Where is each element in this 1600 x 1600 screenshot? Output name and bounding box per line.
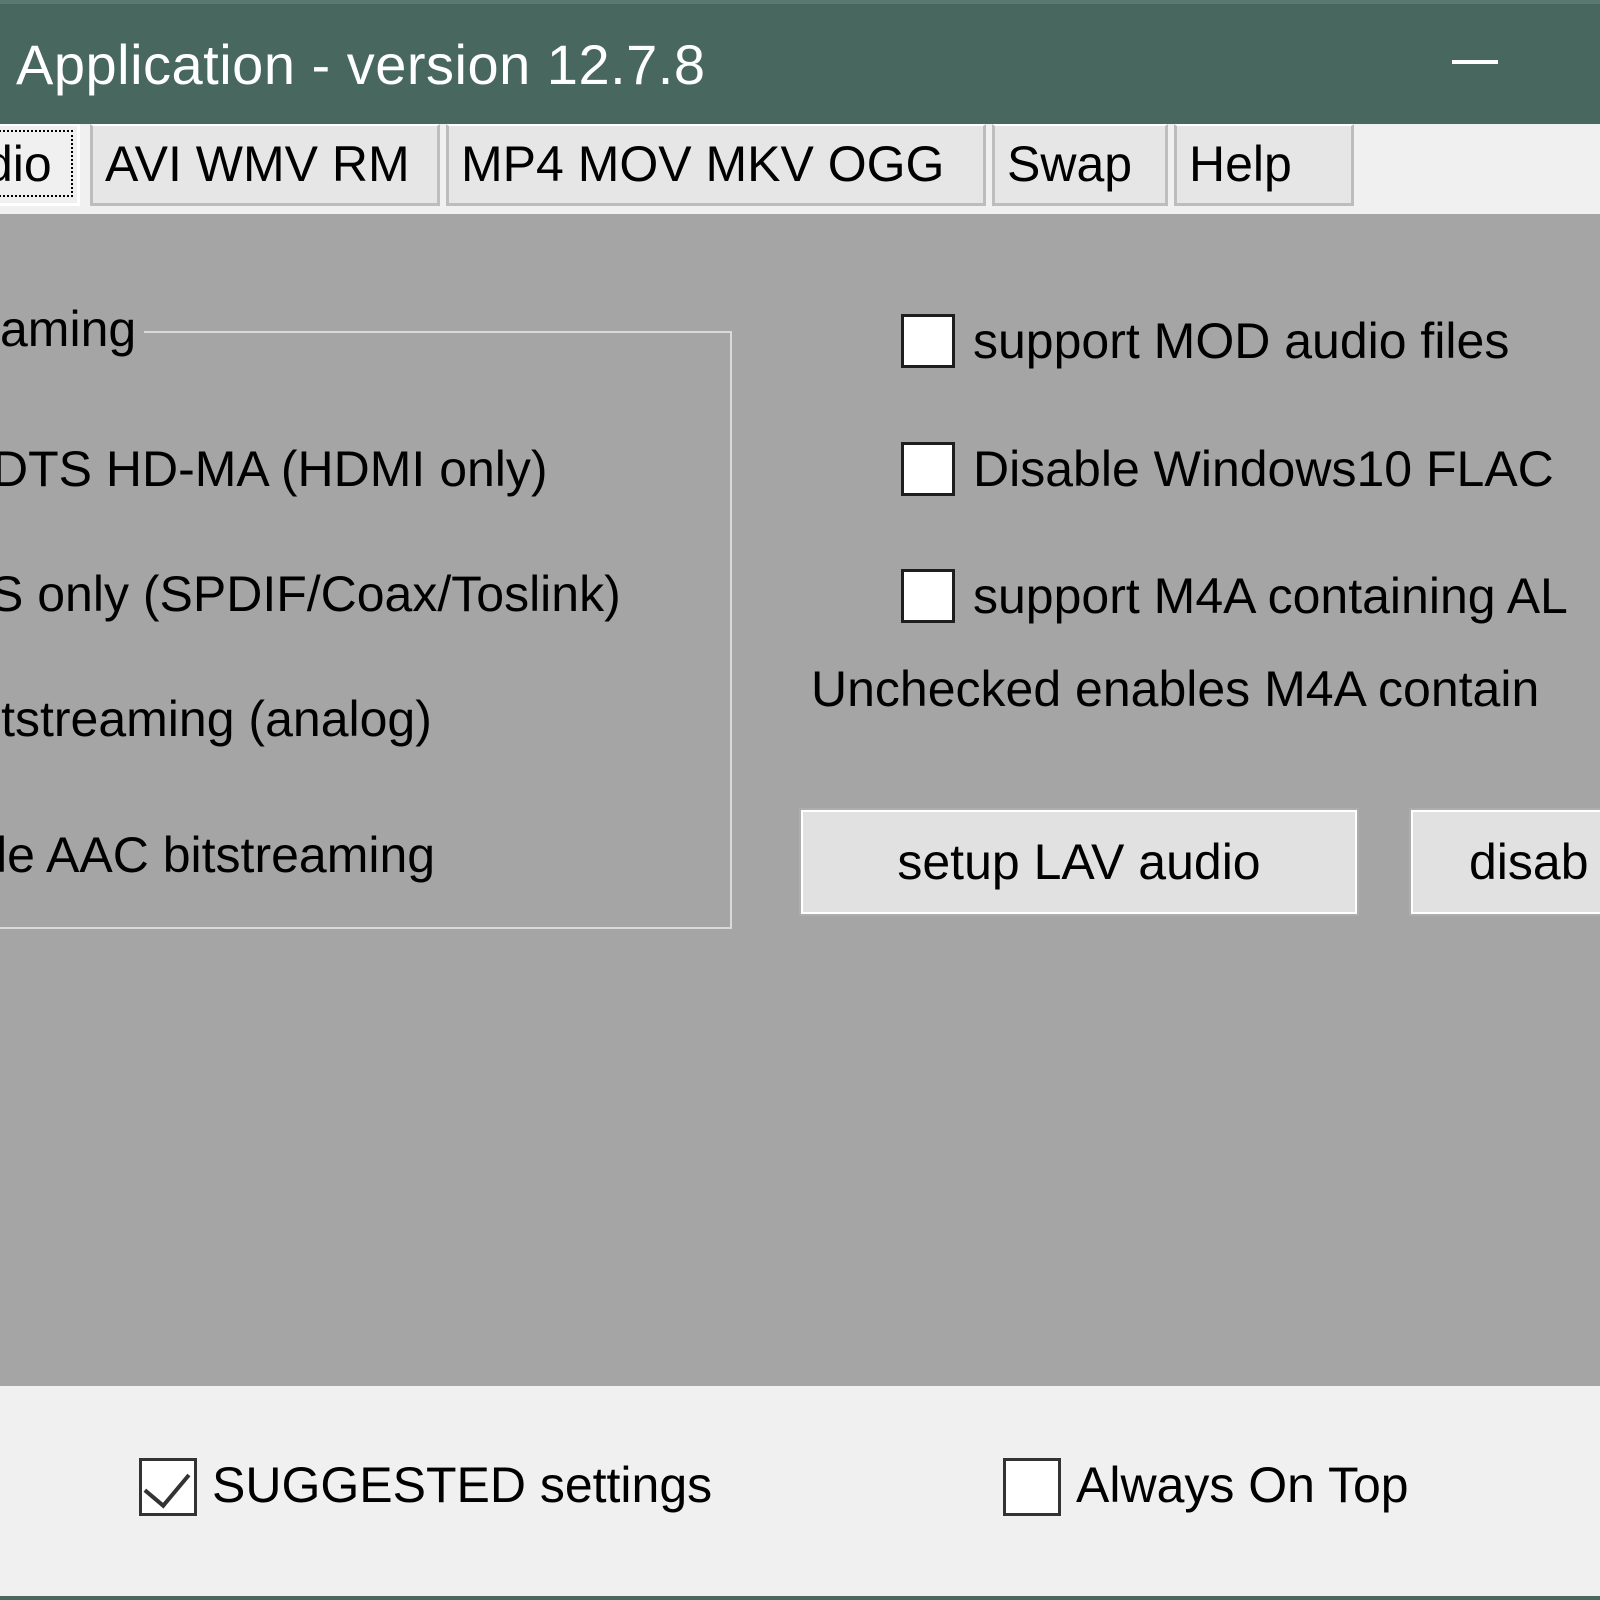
suggested-settings-label: SUGGESTED settings [212,1457,713,1513]
setup-lav-audio-button[interactable]: setup LAV audio [799,808,1359,916]
minimize-icon[interactable] [1452,60,1498,64]
tab-mp4-mov-mkv-ogg[interactable]: MP4 MOV MKV OGG [446,124,986,206]
tab-label: AVI WMV RM [105,136,410,192]
check-icon [143,1459,191,1509]
radio-dts-hdma[interactable]: DTS HD-MA (HDMI only) [0,440,548,498]
mod-audio-label: support MOD audio files [973,313,1510,369]
groupbox-label: aming [0,300,145,358]
m4a-alac-label: support M4A containing AL [973,568,1568,624]
mod-audio-checkbox[interactable] [901,314,955,368]
tab-audio[interactable]: dio [0,124,80,206]
radio-aac-bitstreaming[interactable]: le AAC bitstreaming [0,826,435,884]
suggested-settings-checkbox[interactable] [139,1458,197,1516]
win10-flac-label: Disable Windows10 FLAC [973,441,1554,497]
window-title: Application - version 12.7.8 [16,33,706,96]
tab-swap[interactable]: Swap [992,124,1168,206]
always-on-top-checkbox[interactable] [1003,1458,1061,1516]
tab-strip: dio AVI WMV RM MP4 MOV MKV OGG Swap Help [0,124,1600,214]
tab-label: Swap [1007,136,1133,192]
win10-flac-checkbox[interactable] [901,442,955,496]
m4a-alac-checkbox[interactable] [901,569,955,623]
radio-spdif[interactable]: S only (SPDIF/Coax/Toslink) [0,565,621,623]
m4a-note: Unchecked enables M4A contain [811,661,1540,717]
tab-help[interactable]: Help [1174,124,1354,206]
tab-label: MP4 MOV MKV OGG [461,136,945,192]
radio-no-bitstreaming[interactable]: itstreaming (analog) [0,690,432,748]
footer-bar: SUGGESTED settings Always On Top [0,1386,1600,1596]
title-bar: Application - version 12.7.8 [0,0,1600,124]
disable-button[interactable]: disab [1409,808,1600,916]
tab-avi-wmv-rm[interactable]: AVI WMV RM [90,124,440,206]
tab-focus-outline [0,130,73,197]
window-bottom-edge [0,1596,1600,1600]
tab-label: Help [1189,136,1292,192]
always-on-top-label: Always On Top [1076,1457,1409,1513]
